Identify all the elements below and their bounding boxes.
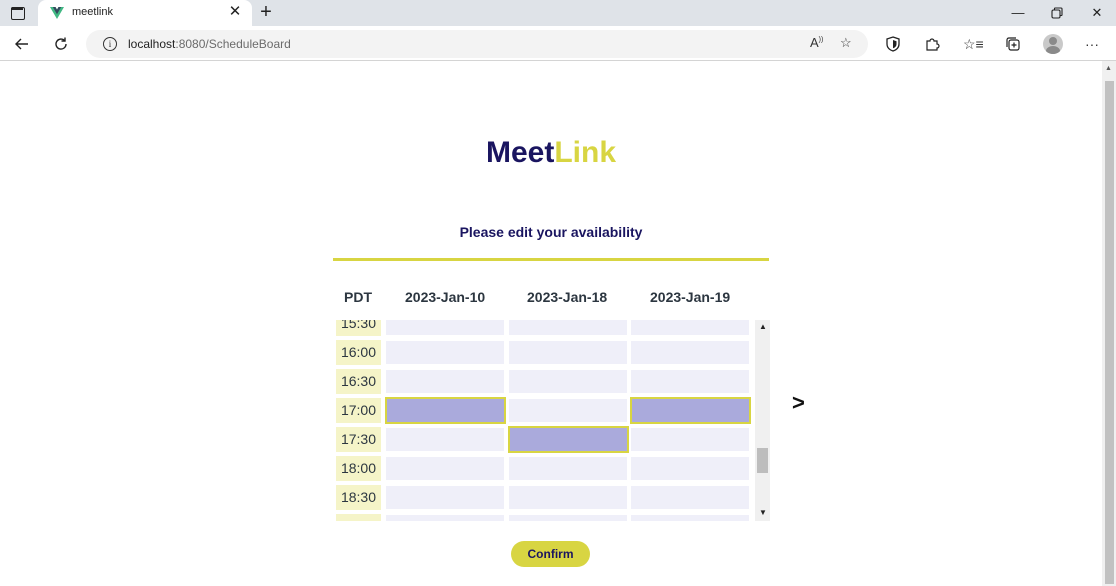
page-scrollbar[interactable]: ▲ — [1102, 61, 1116, 586]
time-label: 16:00 — [336, 340, 381, 365]
close-window-icon[interactable]: ✕ — [1082, 3, 1112, 23]
brand-link: Link — [554, 136, 617, 169]
time-row: 18:30 — [334, 485, 754, 514]
close-tab-icon[interactable]: ✕ — [226, 3, 244, 21]
browser-toolbar: i localhost:8080/ScheduleBoard A)) ☆ ☆≡ … — [0, 26, 1116, 61]
time-slot[interactable] — [631, 515, 749, 521]
time-slot[interactable] — [509, 457, 627, 480]
time-slot[interactable] — [386, 515, 504, 521]
time-label: 18:00 — [336, 456, 381, 481]
time-slot[interactable] — [386, 320, 504, 335]
brand-meet: Meet — [485, 136, 555, 169]
scroll-up-icon[interactable]: ▲ — [1105, 65, 1112, 72]
time-row: 18:00 — [334, 456, 754, 485]
schedule-grid[interactable]: 18:30 18:00 17:30 17:00 16:30 16:00 15:30 ▲ ▼ — [334, 320, 770, 521]
collections-icon[interactable] — [1003, 34, 1023, 54]
time-slot[interactable] — [631, 370, 749, 393]
time-slot[interactable] — [509, 370, 627, 393]
time-row: 16:30 — [334, 369, 754, 398]
time-slot[interactable] — [509, 486, 627, 509]
scroll-up-icon[interactable]: ▲ — [759, 322, 767, 331]
refresh-icon[interactable] — [49, 32, 73, 56]
profile-icon[interactable] — [1043, 34, 1063, 54]
time-row — [334, 514, 754, 521]
page-scroll-thumb[interactable] — [1105, 81, 1114, 584]
subtitle-divider — [333, 258, 769, 261]
time-label: 15:30 — [336, 320, 381, 336]
time-slot[interactable] — [631, 457, 749, 480]
read-aloud-icon[interactable]: A)) — [810, 35, 823, 50]
vue-favicon-icon — [50, 7, 64, 19]
favorite-add-icon[interactable]: ☆ — [840, 35, 852, 51]
time-label: 18:30 — [336, 485, 381, 510]
confirm-button[interactable]: Confirm — [511, 541, 590, 567]
browser-tab[interactable]: meetlink ✕ — [38, 0, 252, 26]
info-icon[interactable]: i — [103, 37, 117, 51]
date-header: 2023-Jan-19 — [650, 289, 731, 305]
timezone-header: PDT — [344, 289, 372, 305]
minimize-icon[interactable]: — — [1003, 3, 1033, 23]
date-header: 2023-Jan-10 — [405, 289, 486, 305]
page-subtitle: Please edit your availability — [459, 224, 643, 240]
time-slot[interactable] — [386, 341, 504, 364]
time-slot-selected[interactable] — [508, 426, 629, 453]
time-slot-selected[interactable] — [630, 397, 751, 424]
address-bar[interactable]: i localhost:8080/ScheduleBoard A)) ☆ — [86, 30, 868, 58]
time-slot[interactable] — [631, 428, 749, 451]
extensions-icon[interactable] — [922, 34, 942, 54]
next-dates-button[interactable]: > — [792, 390, 805, 416]
schedule-scrollbar[interactable]: ▲ ▼ — [755, 320, 770, 521]
sidebar-icon[interactable] — [10, 5, 26, 21]
time-label: 17:30 — [336, 427, 381, 452]
time-row: 17:30 — [334, 426, 754, 456]
schedule-scroll-thumb[interactable] — [757, 448, 768, 473]
time-label: 16:30 — [336, 369, 381, 394]
restore-icon[interactable] — [1042, 3, 1072, 23]
time-slot[interactable] — [386, 457, 504, 480]
url-text[interactable]: localhost:8080/ScheduleBoard — [128, 37, 291, 51]
time-slot[interactable] — [631, 320, 749, 335]
time-slot[interactable] — [386, 428, 504, 451]
scroll-down-icon[interactable]: ▼ — [759, 508, 767, 517]
brand-logo: MeetLink — [0, 136, 1102, 170]
shield-icon[interactable] — [883, 34, 903, 54]
date-header: 2023-Jan-18 — [527, 289, 608, 305]
time-label — [336, 514, 381, 521]
tab-title: meetlink — [72, 6, 113, 18]
time-row: 15:30 — [334, 320, 754, 340]
time-slot[interactable] — [509, 399, 627, 422]
more-icon[interactable]: ··· — [1082, 34, 1102, 54]
tab-bar: meetlink ✕ + — ✕ — [0, 0, 1116, 26]
time-slot[interactable] — [509, 515, 627, 521]
time-slot-selected[interactable] — [385, 397, 506, 424]
favorites-icon[interactable]: ☆≡ — [963, 34, 984, 54]
time-slot[interactable] — [631, 341, 749, 364]
time-row: 17:00 — [334, 397, 754, 427]
time-row: 16:00 — [334, 340, 754, 369]
time-slot[interactable] — [631, 486, 749, 509]
new-tab-button[interactable]: + — [256, 1, 276, 23]
time-slot[interactable] — [509, 341, 627, 364]
time-slot[interactable] — [386, 370, 504, 393]
time-label: 17:00 — [336, 398, 381, 423]
back-icon[interactable] — [10, 32, 34, 56]
time-slot[interactable] — [386, 486, 504, 509]
time-slot[interactable] — [509, 320, 627, 335]
